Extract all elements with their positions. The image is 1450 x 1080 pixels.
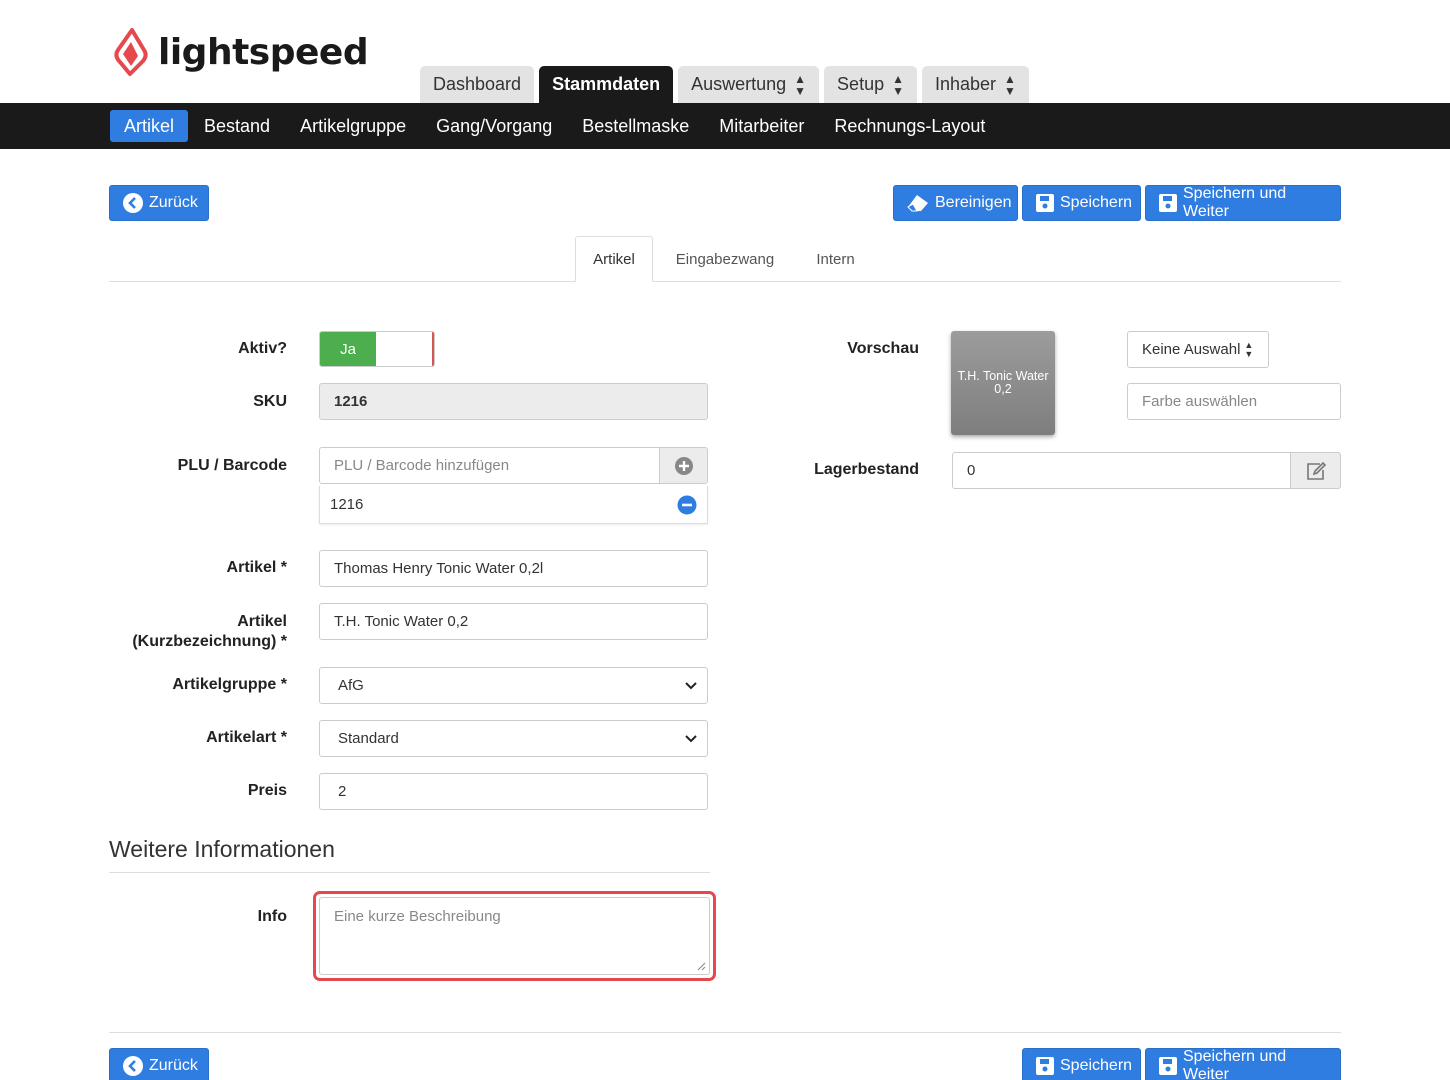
price-input[interactable]: 2	[319, 773, 708, 810]
article-label: Artikel *	[226, 559, 287, 576]
section-title: Weitere Informationen	[109, 836, 335, 862]
color-select[interactable]: Keine Auswahl ▲ ▼	[1127, 331, 1269, 368]
stock-label: Lagerbestand	[814, 461, 919, 478]
plu-list-item: 1216	[319, 486, 708, 524]
sort-icon: ▲ ▼	[1004, 71, 1016, 98]
stock-input[interactable]: 0	[952, 452, 1291, 489]
edit-stock-button[interactable]	[1290, 452, 1341, 489]
group-label: Artikelgruppe *	[172, 676, 287, 693]
logo-text: lightspeed	[158, 31, 369, 73]
section-divider	[109, 872, 710, 873]
save-next-button[interactable]: Speichern und Weiter	[1145, 185, 1341, 221]
sub-navbar: Artikel Bestand Artikelgruppe Gang/Vorga…	[0, 103, 1450, 149]
tab-artikel[interactable]: Artikel	[575, 236, 653, 282]
floppy-disk-icon	[1159, 194, 1177, 212]
sku-label: SKU	[253, 393, 287, 410]
info-textarea[interactable]: Eine kurze Beschreibung	[319, 897, 710, 975]
nav-artikelgruppe[interactable]: Artikelgruppe	[286, 110, 420, 142]
chevron-down-icon	[685, 681, 697, 689]
resize-handle-icon[interactable]	[697, 962, 706, 971]
short-name-label: Artikel (Kurzbezeichnung) *	[132, 613, 287, 650]
bottom-divider	[109, 1032, 1341, 1033]
sort-icon: ▲ ▼	[794, 71, 807, 98]
add-plu-button[interactable]	[659, 447, 708, 484]
toggle-on-label: Ja	[320, 332, 376, 366]
plu-input[interactable]: PLU / Barcode hinzufügen	[319, 447, 660, 484]
type-label: Artikelart *	[206, 729, 287, 746]
nav-bestellmaske[interactable]: Bestellmaske	[568, 110, 703, 142]
floppy-disk-icon	[1036, 1057, 1054, 1075]
group-select[interactable]: AfG	[319, 667, 708, 704]
minus-circle-icon[interactable]	[677, 495, 697, 515]
clean-button[interactable]: Bereinigen	[893, 185, 1018, 221]
flame-icon	[114, 28, 148, 76]
tab-eingabezwang[interactable]: Eingabezwang	[665, 236, 785, 282]
nav-bestand[interactable]: Bestand	[190, 110, 284, 142]
nav-artikel[interactable]: Artikel	[110, 110, 189, 142]
preview-label: Vorschau	[847, 340, 919, 357]
back-button-bottom[interactable]: Zurück	[109, 1048, 209, 1080]
edit-icon	[1306, 461, 1326, 480]
plu-label: PLU / Barcode	[177, 457, 287, 474]
active-label: Aktiv?	[238, 340, 287, 357]
save-button-bottom[interactable]: Speichern	[1022, 1048, 1141, 1080]
tab-inhaber[interactable]: Inhaber ▲ ▼	[921, 66, 1029, 103]
article-input[interactable]: Thomas Henry Tonic Water 0,2l	[319, 550, 708, 587]
article-preview-tile: T.H. Tonic Water 0,2	[951, 331, 1055, 435]
save-button[interactable]: Speichern	[1022, 185, 1141, 221]
back-button[interactable]: Zurück	[109, 185, 209, 221]
form-tabs: Artikel Eingabezwang Intern	[109, 236, 1341, 282]
price-label: Preis	[247, 782, 287, 799]
tab-dashboard[interactable]: Dashboard	[420, 66, 535, 103]
chevron-left-circle-icon	[123, 193, 143, 213]
tab-stammdaten[interactable]: Stammdaten	[539, 66, 674, 103]
chevron-down-icon	[685, 734, 697, 742]
short-name-input[interactable]: T.H. Tonic Water 0,2	[319, 603, 708, 640]
tab-auswertung[interactable]: Auswertung ▲ ▼	[678, 66, 820, 103]
plus-circle-icon	[674, 456, 693, 475]
tab-intern[interactable]: Intern	[803, 236, 868, 282]
toggle-off-area	[376, 332, 434, 366]
save-next-button-bottom[interactable]: Speichern und Weiter	[1145, 1048, 1341, 1080]
chevron-left-circle-icon	[123, 1056, 143, 1076]
active-toggle[interactable]: Ja	[319, 331, 435, 367]
lightspeed-logo[interactable]: lightspeed	[112, 28, 369, 76]
eraser-icon	[907, 195, 928, 212]
color-input[interactable]: Farbe auswählen	[1127, 383, 1341, 420]
sort-icon: ▲ ▼	[892, 71, 904, 98]
floppy-disk-icon	[1036, 194, 1054, 212]
top-tabs: Dashboard Stammdaten Auswertung ▲ ▼ Setup ▲…	[420, 66, 1029, 103]
sort-icon: ▲ ▼	[1244, 339, 1254, 359]
nav-mitarbeiter[interactable]: Mitarbeiter	[705, 110, 818, 142]
floppy-disk-icon	[1159, 1057, 1177, 1075]
nav-gang-vorgang[interactable]: Gang/Vorgang	[422, 110, 566, 142]
type-select[interactable]: Standard	[319, 720, 708, 757]
info-label: Info	[257, 908, 287, 925]
tab-setup[interactable]: Setup ▲ ▼	[824, 66, 917, 103]
sku-field: 1216	[319, 383, 708, 420]
nav-rechnungs-layout[interactable]: Rechnungs-Layout	[820, 110, 999, 142]
